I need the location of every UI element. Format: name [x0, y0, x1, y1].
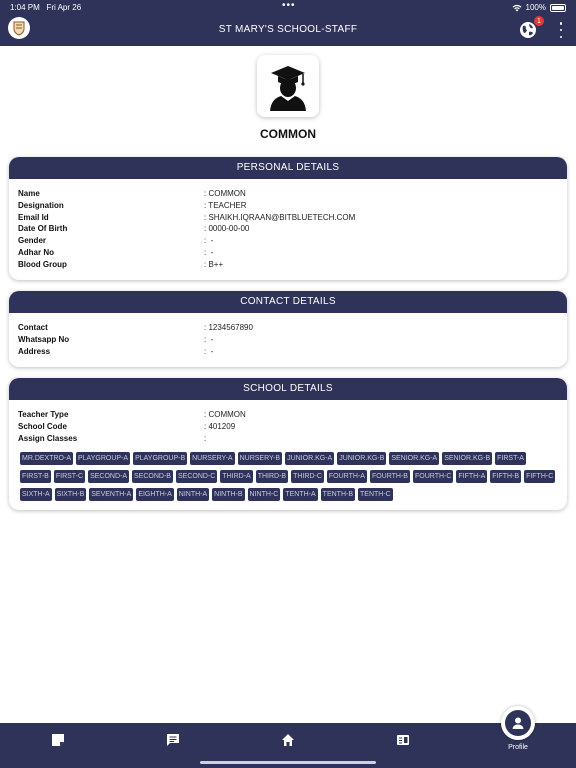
notes-icon[interactable]	[51, 733, 65, 747]
class-chip: THIRD-B	[255, 470, 289, 484]
detail-row-gender: Gender: -	[18, 236, 214, 246]
avatar	[257, 55, 319, 117]
class-chip: FIRST-B	[20, 470, 51, 484]
profile-nav-circle	[505, 710, 531, 736]
class-chip: SEVENTH-A	[89, 488, 134, 502]
class-chip: TENTH-B	[320, 488, 356, 502]
status-right: 100%	[512, 3, 566, 12]
class-chip: NURSERY-A	[190, 452, 235, 466]
detail-row-email: Email Id: SHAIKH.IQRAAN@BITBLUETECH.COM	[18, 212, 356, 222]
detail-row-designation: Designation: TEACHER	[18, 200, 247, 210]
status-time: 1:04 PM Fri Apr 26	[10, 3, 82, 12]
detail-row-address: Address: -	[18, 346, 214, 356]
class-chip: SECOND-C	[175, 470, 218, 484]
personal-details-card: PERSONAL DETAILS Name: COMMON Designatio…	[9, 157, 567, 280]
more-vert-icon[interactable]	[558, 22, 564, 38]
class-chip: FOURTH-A	[326, 470, 367, 484]
school-details-header: SCHOOL DETAILS	[9, 378, 567, 400]
class-chip: MR.DEXTRO-A	[20, 452, 73, 466]
class-chip: FIRST-C	[53, 470, 86, 484]
class-chip: THIRD-A	[220, 470, 253, 484]
class-chip: EIGHTH-A	[136, 488, 174, 502]
class-chip: SENIOR.KG-A	[389, 452, 440, 466]
contact-details-card: CONTACT DETAILS Contact: 1234567890 What…	[9, 291, 567, 367]
home-icon[interactable]	[281, 733, 295, 747]
notification-badge: 1	[534, 16, 544, 26]
profile-name: COMMON	[260, 127, 316, 141]
profile-nav-label: Profile	[508, 744, 528, 751]
multitask-dots[interactable]: •••	[282, 0, 296, 11]
detail-row-blood-group: Blood Group: B++	[18, 259, 224, 269]
class-chip: NINTH-B	[212, 488, 245, 502]
graduate-icon	[270, 66, 306, 111]
chat-icon[interactable]	[166, 733, 180, 747]
detail-row-contact: Contact: 1234567890	[18, 323, 253, 332]
person-icon	[512, 717, 524, 729]
class-chip: THIRD-C	[291, 470, 324, 484]
class-chip: FOURTH-C	[412, 470, 454, 484]
class-chip: NURSERY-B	[237, 452, 283, 466]
personal-details-header: PERSONAL DETAILS	[9, 157, 567, 179]
assigned-classes-list: MR.DEXTRO-A PLAYGROUP-A PLAYGROUP-B NURSERY…	[9, 444, 560, 506]
detail-row-teacher-type: Teacher Type: COMMON	[18, 410, 246, 419]
class-chip: SENIOR.KG-B	[442, 452, 493, 466]
class-chip: PLAYGROUP-B	[133, 452, 188, 466]
class-chip: FIFTH-C	[524, 470, 556, 484]
class-chip: JUNIOR.KG-A	[285, 452, 335, 466]
class-chip: FIFTH-A	[456, 470, 488, 484]
battery-percent: 100%	[525, 3, 546, 12]
class-chip: JUNIOR.KG-B	[337, 452, 387, 466]
class-chip: SIXTH-B	[54, 488, 87, 502]
class-chip: TENTH-C	[358, 488, 393, 502]
page-title: ST MARY'S SCHOOL-STAFF	[218, 24, 358, 35]
status-bar: 1:04 PM Fri Apr 26 ••• 100%	[0, 0, 576, 14]
detail-row-name: Name: COMMON	[18, 189, 246, 198]
class-chip: NINTH-A	[176, 488, 210, 502]
detail-row-whatsapp: Whatsapp No: -	[18, 334, 214, 344]
class-chip: FIFTH-B	[490, 470, 522, 484]
detail-row-adhar: Adhar No: -	[18, 247, 214, 257]
app-header: 1:04 PM Fri Apr 26 ••• 100% ST MARY'S SC…	[0, 0, 576, 46]
class-chip: NINTH-C	[247, 488, 281, 502]
profile-nav-button[interactable]	[501, 706, 535, 740]
detail-row-school-code: School Code: 401209	[18, 421, 236, 431]
class-chip: SIXTH-A	[20, 488, 52, 502]
class-chip: FOURTH-B	[369, 470, 410, 484]
detail-row-assign-classes: Assign Classes:	[18, 433, 207, 443]
school-details-card: SCHOOL DETAILS Teacher Type: COMMON Scho…	[9, 378, 567, 510]
class-chip: PLAYGROUP-A	[76, 452, 131, 466]
class-chip: FIRST-A	[495, 452, 526, 466]
class-chip: SECOND-B	[132, 470, 173, 484]
id-card-icon[interactable]	[396, 733, 410, 747]
battery-icon	[550, 3, 566, 12]
class-chip: TENTH-A	[283, 488, 318, 502]
home-indicator[interactable]	[200, 761, 376, 764]
detail-row-dob: Date Of Birth: 0000-00-00	[18, 224, 250, 234]
class-chip: SECOND-A	[88, 470, 130, 484]
contact-details-header: CONTACT DETAILS	[9, 291, 567, 313]
wifi-icon	[512, 4, 521, 11]
